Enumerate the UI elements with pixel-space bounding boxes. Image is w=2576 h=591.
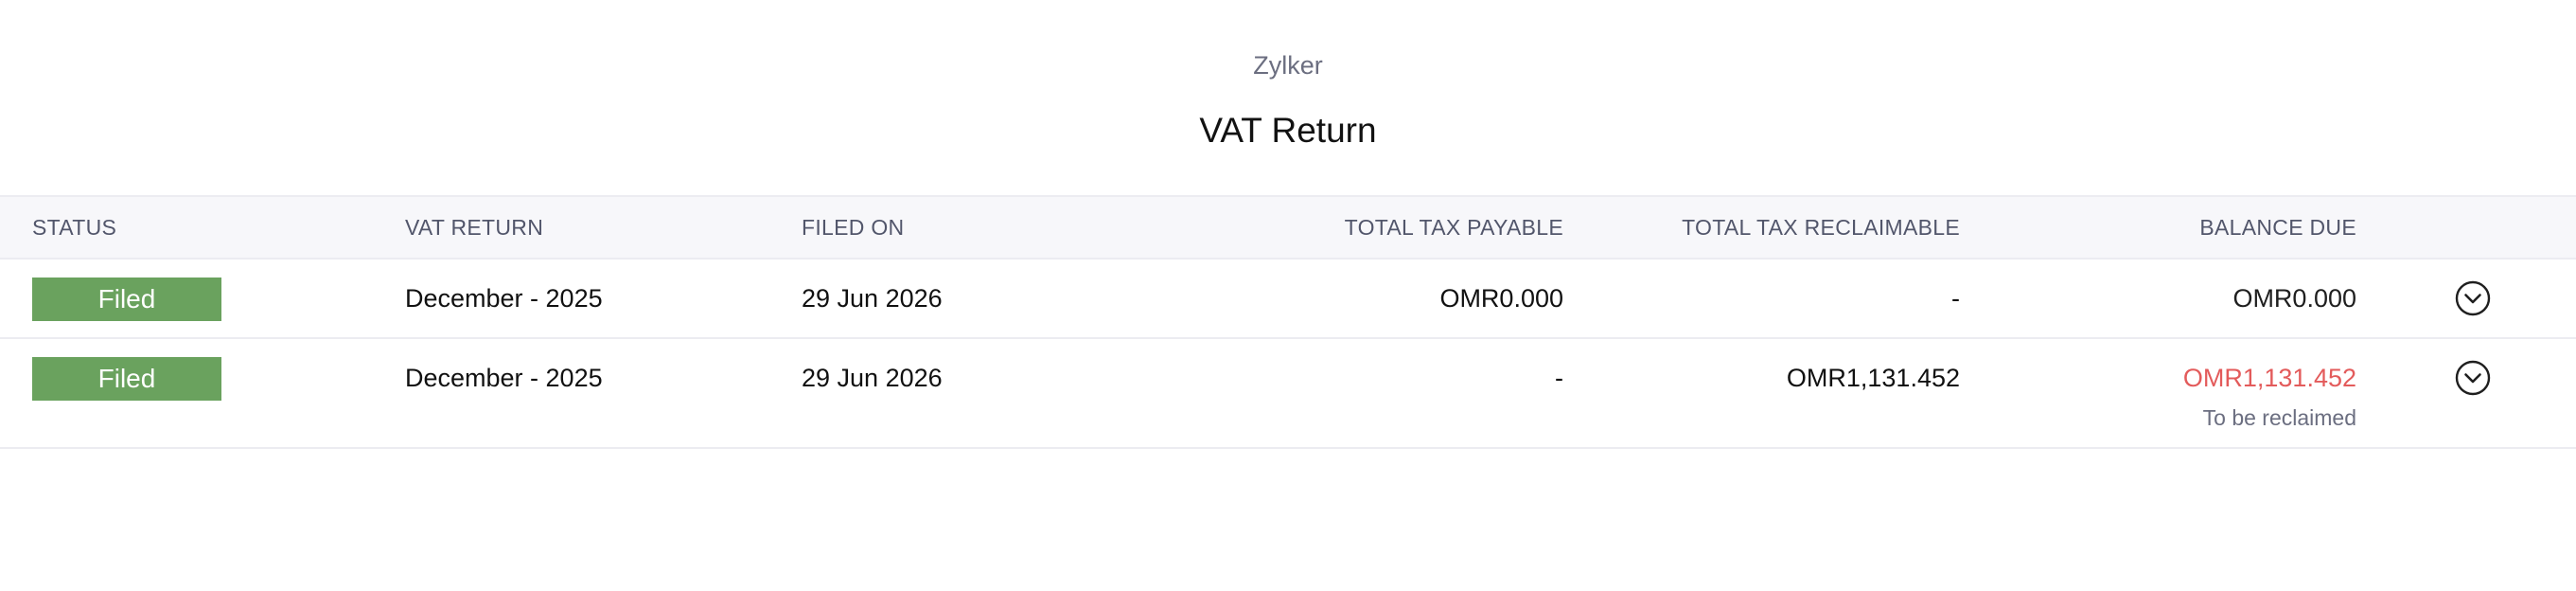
column-header-filed-on: FILED ON <box>802 215 905 240</box>
total-tax-payable: - <box>1555 364 1563 392</box>
expand-row-button[interactable] <box>2455 280 2491 316</box>
chevron-down-circle-icon <box>2455 280 2491 316</box>
total-tax-reclaimable: OMR1,131.452 <box>1786 364 1960 392</box>
status-badge: Filed <box>32 278 221 321</box>
balance-due-cell: OMR0.000 <box>2232 260 2356 337</box>
balance-due-note: To be reclaimed <box>2202 405 2356 430</box>
column-header-status: STATUS <box>32 215 117 240</box>
vat-returns-table: STATUS VAT RETURN FILED ON TOTAL TAX PAY… <box>0 195 2576 449</box>
column-header-vat-return: VAT RETURN <box>405 215 544 240</box>
table-row[interactable]: Filed December - 2025 29 Jun 2026 OMR0.0… <box>0 260 2576 339</box>
table-header: STATUS VAT RETURN FILED ON TOTAL TAX PAY… <box>0 195 2576 260</box>
expand-row-button[interactable] <box>2455 360 2491 396</box>
report-header: Zylker VAT Return <box>0 0 2576 152</box>
chevron-down-circle-icon <box>2455 360 2491 396</box>
status-badge: Filed <box>32 357 221 401</box>
balance-due-cell: OMR1,131.452 To be reclaimed <box>2183 339 2356 430</box>
balance-due-amount: OMR0.000 <box>2232 284 2356 313</box>
organization-name: Zylker <box>1253 51 1323 80</box>
vat-return-report: Zylker VAT Return STATUS VAT RETURN FILE… <box>0 0 2576 591</box>
total-tax-reclaimable: - <box>1951 284 1960 313</box>
vat-return-period[interactable]: December - 2025 <box>405 339 603 417</box>
table-row[interactable]: Filed December - 2025 29 Jun 2026 - OMR1… <box>0 339 2576 449</box>
filed-on-date: 29 Jun 2026 <box>802 364 943 392</box>
filed-on-date: 29 Jun 2026 <box>802 284 943 313</box>
vat-return-period[interactable]: December - 2025 <box>405 260 603 337</box>
column-header-balance-due: BALANCE DUE <box>2199 215 2356 240</box>
column-header-total-tax-payable: TOTAL TAX PAYABLE <box>1344 215 1563 240</box>
total-tax-payable: OMR0.000 <box>1439 284 1563 313</box>
column-header-total-tax-reclaimable: TOTAL TAX RECLAIMABLE <box>1682 215 1960 240</box>
page-title: VAT Return <box>1199 111 1377 150</box>
